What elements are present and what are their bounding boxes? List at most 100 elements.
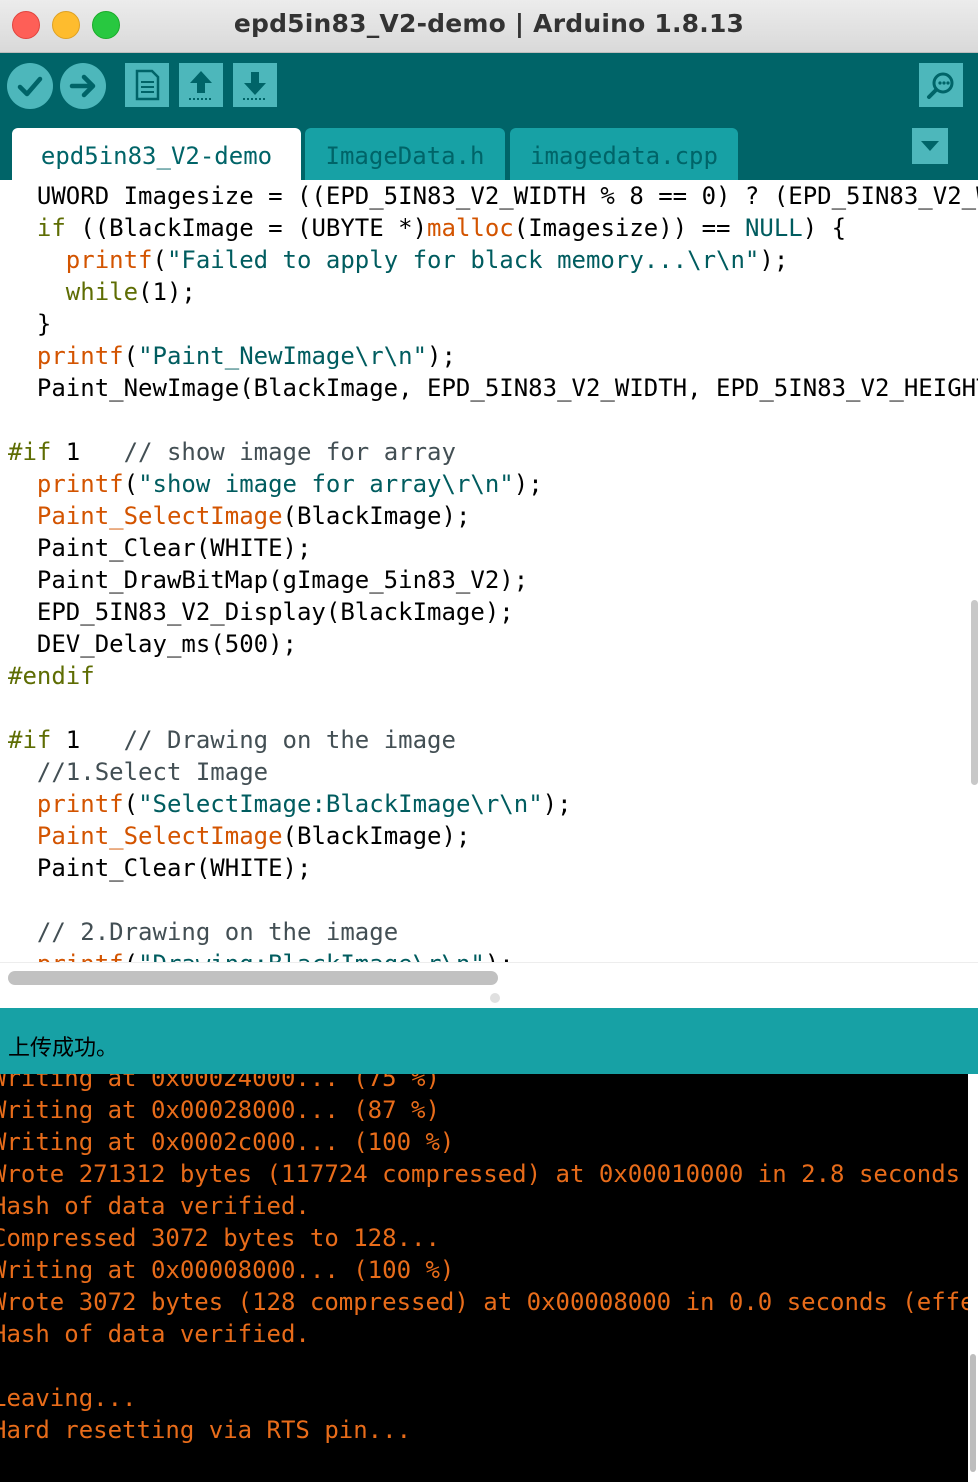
open-icon	[189, 71, 213, 100]
code-token: // Drawing on the image	[123, 726, 456, 754]
code-token: Paint_NewImage(BlackImage, EPD_5IN83_V2_…	[8, 374, 978, 402]
editor-vertical-scrollbar[interactable]	[971, 600, 978, 785]
code-line: Paint_SelectImage(BlackImage);	[8, 500, 470, 532]
verify-button[interactable]	[7, 63, 53, 109]
code-token: // 2.Drawing on the image	[36, 918, 399, 946]
code-token: 1	[51, 726, 124, 754]
code-token: #endif	[8, 662, 95, 690]
code-token: }	[8, 310, 52, 338]
code-token: "SelectImage:BlackImage\r\n"	[138, 790, 543, 818]
code-line: Paint_Clear(WHITE);	[8, 532, 312, 564]
code-token: (1);	[138, 278, 196, 306]
console-line: Writing at 0x00008000... (100 %)	[0, 1256, 455, 1284]
code-token: (	[123, 342, 139, 370]
code-line: }	[8, 308, 51, 340]
code-token: Paint_SelectImage	[36, 822, 283, 850]
upload-icon	[69, 74, 96, 98]
code-token: ) {	[802, 214, 847, 242]
tab-epd5in83-v2-demo[interactable]: epd5in83_V2-demo	[12, 128, 301, 180]
code-token: "show image for array\r\n"	[138, 470, 514, 498]
code-token: #if	[8, 438, 52, 466]
code-token: Paint_Clear(WHITE);	[8, 854, 312, 882]
code-token: printf	[36, 790, 124, 818]
console-line: Wrote 271312 bytes (117724 compressed) a…	[0, 1160, 978, 1188]
verify-icon	[17, 76, 43, 97]
status-message: 上传成功。	[8, 1036, 119, 1061]
serial-monitor-button[interactable]	[919, 63, 963, 107]
code-token: );	[513, 470, 543, 498]
code-token: Paint_Clear(WHITE);	[8, 534, 312, 562]
code-token: (BlackImage);	[282, 502, 471, 530]
code-token: DEV_Delay_ms(500);	[8, 630, 297, 658]
console-line: Leaving...	[0, 1384, 137, 1412]
tab-menu-button[interactable]	[912, 128, 948, 164]
code-token: EPD_5IN83_V2_Display(BlackImage);	[8, 598, 514, 626]
code-token: (	[123, 470, 139, 498]
toolbar	[0, 53, 978, 116]
tab-imagedata-h[interactable]: ImageData.h	[305, 128, 505, 180]
editor-horizontal-scrollbar[interactable]	[0, 962, 978, 1009]
code-token: malloc	[427, 214, 514, 242]
pane-splitter-handle[interactable]	[490, 993, 500, 1003]
code-token: );	[542, 790, 572, 818]
console-line: Writing at 0x00024000... (75 %)	[0, 1074, 440, 1092]
code-token: printf	[65, 246, 153, 274]
tab-imagedata-cpp[interactable]: imagedata.cpp	[510, 128, 738, 180]
code-token: );	[485, 950, 514, 962]
code-token: "Failed to apply for black memory...\r\n…	[166, 246, 760, 274]
code-token: Paint_SelectImage	[36, 502, 283, 530]
code-token: printf	[36, 470, 124, 498]
code-token: "Paint_NewImage\r\n"	[138, 342, 428, 370]
console-line: Writing at 0x0002c000... (100 %)	[0, 1128, 455, 1156]
code-token: (	[124, 950, 138, 962]
save-icon	[243, 72, 267, 100]
code-line: printf("Failed to apply for black memory…	[8, 244, 788, 276]
code-line: Paint_Clear(WHITE);	[8, 852, 312, 884]
console-scroll-thumb[interactable]	[970, 1354, 976, 1472]
code-line: while(1);	[8, 276, 196, 308]
horizontal-scroll-thumb[interactable]	[8, 971, 498, 985]
code-token: (BlackImage);	[282, 822, 471, 850]
code-line: if ((BlackImage = (UBYTE *)malloc(Images…	[8, 212, 846, 244]
code-token: UWORD Imagesize = ((EPD_5IN83_V2_WIDTH %…	[8, 182, 978, 210]
open-sketch-button[interactable]	[179, 63, 223, 107]
code-editor[interactable]: printf("Drawing:BlackImage\r\n"); // 2.D…	[0, 180, 978, 962]
code-token: Paint_DrawBitMap(gImage_5in83_V2);	[8, 566, 529, 594]
code-token: printf	[37, 950, 124, 962]
code-token: (	[152, 246, 167, 274]
status-bar: 上传成功。	[0, 1008, 978, 1074]
code-line: // 2.Drawing on the image	[8, 916, 398, 948]
console-output[interactable]: Hard resetting via RTS pin... Leaving... H…	[0, 1074, 978, 1482]
code-token: if	[36, 214, 66, 242]
code-line: #if 1 // Drawing on the image	[8, 724, 456, 756]
code-token: ((BlackImage = (UBYTE *)	[65, 214, 428, 242]
code-line: UWORD Imagesize = ((EPD_5IN83_V2_WIDTH %…	[8, 180, 978, 212]
code-token: "Drawing:BlackImage\r\n"	[138, 950, 485, 962]
code-line: Paint_NewImage(BlackImage, EPD_5IN83_V2_…	[8, 372, 978, 404]
code-line: DEV_Delay_ms(500);	[8, 628, 297, 660]
window-title: epd5in83_V2-demo | Arduino 1.8.13	[233, 9, 745, 38]
code-line: Paint_SelectImage(BlackImage);	[8, 820, 470, 852]
new-sketch-button[interactable]	[125, 63, 169, 107]
code-token: 1	[51, 438, 124, 466]
console-scrollbar[interactable]	[968, 1074, 978, 1482]
upload-button[interactable]	[60, 63, 106, 109]
code-line: printf("SelectImage:BlackImage\r\n");	[8, 788, 572, 820]
code-token: );	[759, 246, 789, 274]
code-line: printf("Paint_NewImage\r\n");	[8, 340, 456, 372]
save-sketch-button[interactable]	[233, 63, 277, 107]
title-bar: epd5in83_V2-demo | Arduino 1.8.13	[0, 0, 978, 53]
code-line: #endif	[8, 660, 95, 692]
console-line: Compressed 3072 bytes to 128...	[0, 1224, 440, 1252]
code-token: );	[427, 342, 456, 370]
code-token: #if	[8, 726, 52, 754]
